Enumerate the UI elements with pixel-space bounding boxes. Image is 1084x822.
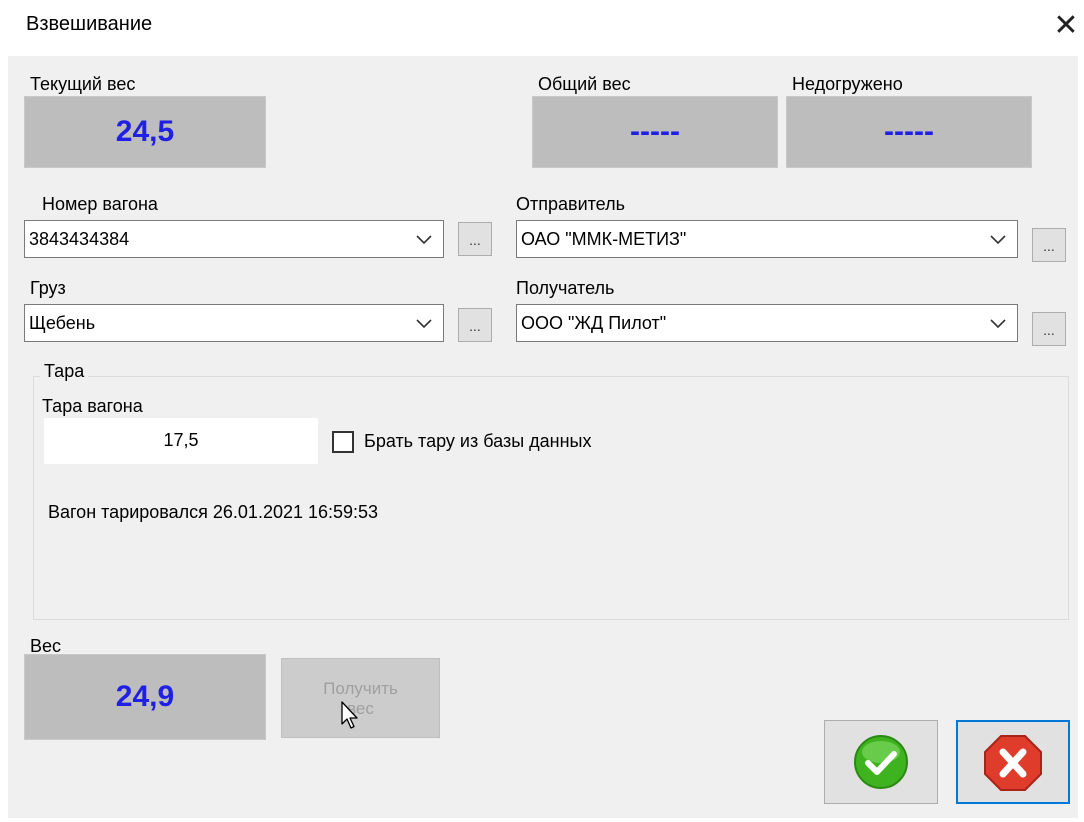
receiver-value: ООО "ЖД Пилот" [521,313,667,333]
get-weight-button[interactable]: Получить вес [281,658,440,738]
underloaded-display: ----- [786,96,1032,168]
wagon-number-combo[interactable]: 3843434384 [24,220,444,258]
underloaded-label: Недогружено [792,74,903,94]
chevron-down-icon [990,319,1006,329]
chevron-down-icon [416,319,432,329]
get-weight-label-line1: Получить [323,679,398,698]
tare-wagon-input[interactable]: 17,5 [44,418,318,464]
total-weight-display: ----- [532,96,778,168]
tare-from-db-checkbox[interactable] [332,431,354,453]
current-weight-display: 24,5 [24,96,266,168]
tare-group-label: Тара [40,361,89,382]
cargo-label: Груз [30,278,66,298]
cargo-browse-button[interactable]: ... [458,308,492,342]
sender-value: ОАО "ММК-МЕТИЗ" [521,229,687,249]
wagon-number-value: 3843434384 [29,229,130,249]
get-weight-label-line2: вес [347,699,374,718]
tare-from-db-label: Брать тару из базы данных [364,431,592,451]
tare-group [33,376,1069,620]
cancel-button[interactable] [956,720,1070,804]
chevron-down-icon [416,235,432,245]
window-title: Взвешивание [26,13,153,35]
dialog-body: Текущий вес 24,5 Общий вес ----- Недогру… [8,56,1078,818]
cancel-octagon-icon [984,735,1042,791]
check-circle-icon [854,735,908,789]
receiver-label: Получатель [516,278,615,298]
sender-label: Отправитель [516,194,625,214]
current-weight-label: Текущий вес [30,74,136,94]
sender-browse-button[interactable]: ... [1032,228,1066,262]
ok-button[interactable] [824,720,938,804]
cargo-combo[interactable]: Щебень [24,304,444,342]
title-bar: Взвешивание ✕ [0,0,1084,56]
tared-at-text: Вагон тарировался 26.01.2021 16:59:53 [48,502,379,522]
chevron-down-icon [990,235,1006,245]
close-icon[interactable]: ✕ [1050,8,1082,44]
wagon-number-label: Номер вагона [42,194,158,214]
weighing-dialog: Взвешивание ✕ Текущий вес 24,5 Общий вес… [0,0,1084,822]
mouse-cursor-icon [341,701,358,729]
receiver-browse-button[interactable]: ... [1032,312,1066,346]
wagon-number-browse-button[interactable]: ... [458,222,492,256]
cargo-value: Щебень [29,313,96,333]
sender-combo[interactable]: ОАО "ММК-МЕТИЗ" [516,220,1018,258]
total-weight-label: Общий вес [538,74,631,94]
tare-wagon-label: Тара вагона [42,396,143,416]
receiver-combo[interactable]: ООО "ЖД Пилот" [516,304,1018,342]
weight-display: 24,9 [24,654,266,740]
